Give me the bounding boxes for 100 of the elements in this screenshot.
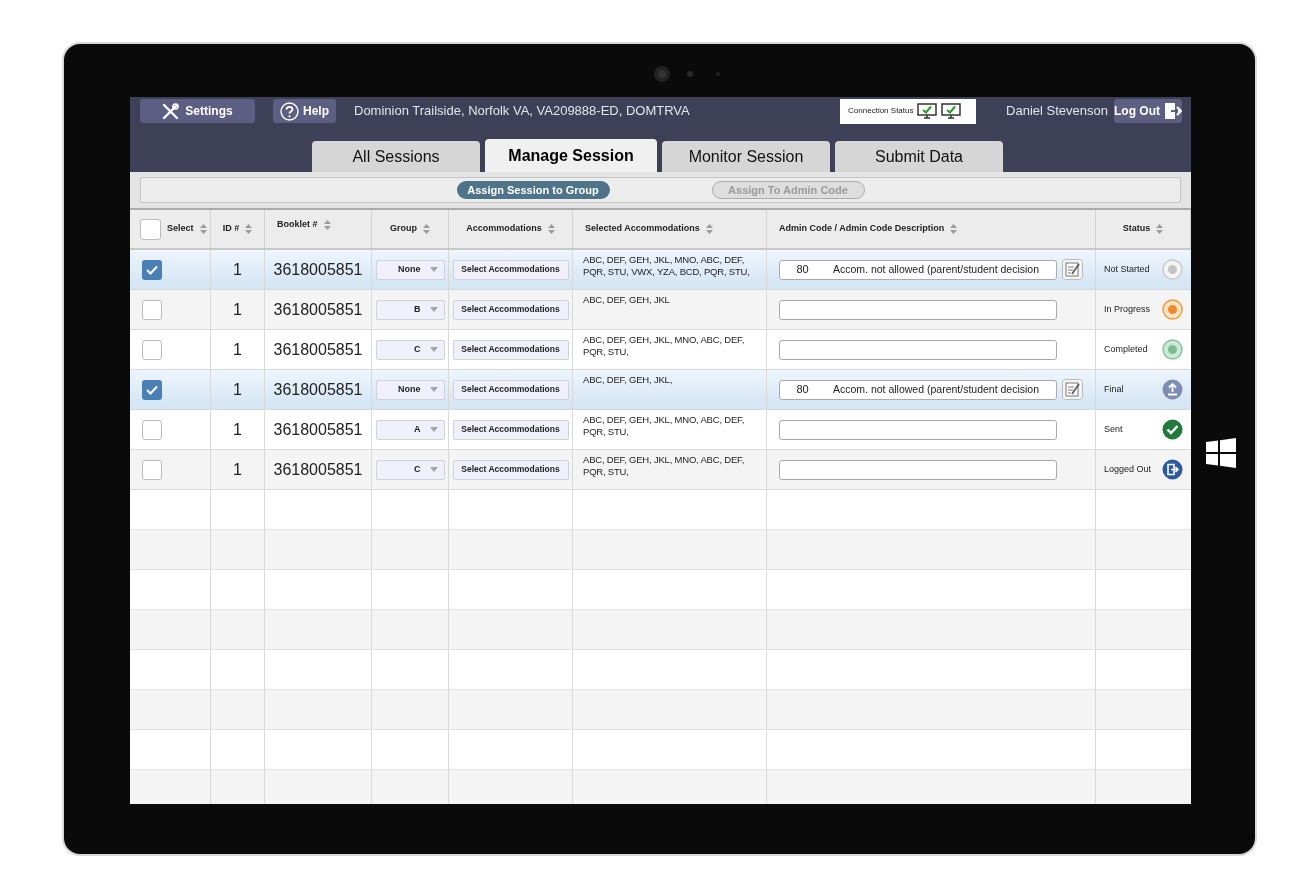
select-accommodations-button[interactable]: Select Accommodations xyxy=(452,299,569,320)
admin-code-field[interactable] xyxy=(779,339,1057,360)
dropdown[interactable]: None xyxy=(375,379,445,400)
id-cell-text: 1 xyxy=(233,339,242,360)
status-text: In Progress xyxy=(1104,302,1151,316)
sort-icon xyxy=(423,224,430,234)
windows-logo-icon xyxy=(1206,438,1236,468)
admin-code-field[interactable] xyxy=(779,419,1057,440)
sort-icon xyxy=(705,224,713,234)
sort-icon xyxy=(950,224,958,234)
status-dot-icon xyxy=(1162,299,1183,320)
dropdown[interactable]: C xyxy=(375,459,445,480)
booklet-number: 3618005851 xyxy=(273,259,363,280)
dropdown[interactable]: None xyxy=(375,259,445,280)
select-accommodations-button[interactable]: Select Accommodations xyxy=(452,419,569,440)
caret-icon xyxy=(429,467,438,472)
row-checkbox[interactable] xyxy=(142,459,162,480)
sort-icon xyxy=(323,220,331,230)
status-text: Final xyxy=(1104,382,1124,396)
tab[interactable]: Manage Session xyxy=(485,139,657,172)
caret-icon xyxy=(429,267,438,272)
booklet-number: 3618005851 xyxy=(273,379,363,400)
dropdown[interactable]: B xyxy=(375,299,445,320)
exit-icon xyxy=(1164,102,1182,120)
sort-icon xyxy=(199,224,207,234)
status-text: Logged Out xyxy=(1104,462,1152,476)
monitor-icon xyxy=(917,103,938,119)
status-text: Not Started xyxy=(1104,262,1150,276)
id-cell-text: 1 xyxy=(233,459,242,480)
table-row[interactable]: 1 3618005851 A Select Accommodations ABC, DEF, GEH, JKL, MNO, ABC, DEF, PQR, STU, Sent xyxy=(130,410,1191,450)
table-row[interactable]: 1 3618005851 None Select Accommodations ABC, DEF, GEH, JKL, 80 Accom. not allowed (parent/student decision Final xyxy=(130,370,1191,410)
caret-icon xyxy=(429,347,438,352)
booklet-number: 3618005851 xyxy=(273,459,363,480)
logout-button[interactable]: Log Out xyxy=(1114,99,1182,123)
column-header[interactable]: Select xyxy=(167,222,194,236)
status-dot-icon xyxy=(1162,259,1183,280)
row-checkbox[interactable] xyxy=(142,259,162,280)
caret-icon xyxy=(429,427,438,432)
table-row[interactable]: 1 3618005851 None Select Accommodations ABC, DEF, GEH, JKL, MNO, ABC, DEF, PQR, STU, VWX, YZA, BCD, PQR, STU, 80 Accom. not allowed (parent/student decision Not Started xyxy=(130,250,1191,290)
column-header[interactable]: Booklet # xyxy=(277,218,318,232)
row-checkbox[interactable] xyxy=(142,299,162,320)
accommodations-list: ABC, DEF, GEH, JKL, MNO, ABC, DEF, PQR, STU, xyxy=(583,454,762,478)
sort-icon xyxy=(547,224,555,234)
connection-status-label: Connection Status xyxy=(848,105,914,117)
booklet-number: 3618005851 xyxy=(273,419,363,440)
column-header[interactable]: Group xyxy=(390,222,417,236)
caret-icon xyxy=(429,307,438,312)
id-cell-text: 1 xyxy=(233,419,242,440)
column-header[interactable]: ID # xyxy=(222,222,240,236)
select-accommodations-button[interactable]: Select Accommodations xyxy=(452,379,569,400)
tools-icon xyxy=(162,102,180,120)
booklet-number: 3618005851 xyxy=(273,339,363,360)
admin-code-field[interactable]: 80 Accom. not allowed (parent/student decision xyxy=(779,259,1057,280)
id-cell-text: 1 xyxy=(233,379,242,400)
notes-icon[interactable] xyxy=(1062,379,1083,400)
select-accommodations-button[interactable]: Select Accommodations xyxy=(452,259,569,280)
table-row[interactable]: 1 3618005851 C Select Accommodations ABC, DEF, GEH, JKL, MNO, ABC, DEF, PQR, STU, Completed xyxy=(130,330,1191,370)
dropdown[interactable]: C xyxy=(375,339,445,360)
check-icon xyxy=(146,264,158,275)
row-checkbox[interactable] xyxy=(142,419,162,440)
tab[interactable]: Monitor Session xyxy=(662,141,830,172)
column-header[interactable]: Status xyxy=(1122,222,1151,236)
status-dot-icon xyxy=(1162,339,1183,360)
admin-code-field[interactable] xyxy=(779,459,1057,480)
exit-icon xyxy=(1162,459,1183,480)
tab[interactable]: Submit Data xyxy=(835,141,1003,172)
monitor-icon xyxy=(941,103,962,119)
caret-icon xyxy=(429,387,438,392)
accommodations-list: ABC, DEF, GEH, JKL, MNO, ABC, DEF, PQR, STU, xyxy=(583,334,762,358)
id-cell-text: 1 xyxy=(233,259,242,280)
status-text: Completed xyxy=(1104,342,1148,356)
column-header[interactable]: Admin Code / Admin Code Description xyxy=(779,222,945,236)
table-row[interactable]: 1 3618005851 B Select Accommodations ABC, DEF, GEH, JKL In Progress xyxy=(130,290,1191,330)
row-checkbox[interactable] xyxy=(142,379,162,400)
row-checkbox[interactable] xyxy=(142,339,162,360)
id-cell-text: 1 xyxy=(233,299,242,320)
help-icon xyxy=(280,101,299,121)
location-text: Dominion Trailside, Norfolk VA, VA209888-ED, DOMTRVA xyxy=(354,102,690,121)
select-all-checkbox[interactable] xyxy=(140,218,161,240)
dropdown[interactable]: A xyxy=(375,419,445,440)
admin-code-field[interactable] xyxy=(779,299,1057,320)
user-name: Daniel Stevenson xyxy=(1006,102,1108,121)
column-header[interactable]: Accommodations xyxy=(466,222,542,236)
accommodations-list: ABC, DEF, GEH, JKL, MNO, ABC, DEF, PQR, STU, VWX, YZA, BCD, PQR, STU, xyxy=(583,254,762,278)
select-accommodations-button[interactable]: Select Accommodations xyxy=(452,459,569,480)
status-text: Sent xyxy=(1104,422,1123,436)
select-accommodations-button[interactable]: Select Accommodations xyxy=(452,339,569,360)
settings-button[interactable]: Settings xyxy=(140,99,255,123)
check-circle-icon xyxy=(1162,419,1183,440)
toolbar-button[interactable]: Assign Session to Group xyxy=(456,181,610,199)
table-row[interactable]: 1 3618005851 C Select Accommodations ABC, DEF, GEH, JKL, MNO, ABC, DEF, PQR, STU, Logged Out xyxy=(130,450,1191,490)
help-button[interactable]: Help xyxy=(273,99,336,123)
upload-icon xyxy=(1162,379,1183,400)
column-header[interactable]: Selected Accommodations xyxy=(585,222,700,236)
sort-icon xyxy=(1156,224,1164,234)
notes-icon[interactable] xyxy=(1062,259,1083,280)
tab[interactable]: All Sessions xyxy=(312,141,480,172)
booklet-number: 3618005851 xyxy=(273,299,363,320)
accommodations-list: ABC, DEF, GEH, JKL xyxy=(583,294,670,306)
admin-code-field[interactable]: 80 Accom. not allowed (parent/student decision xyxy=(779,379,1057,400)
